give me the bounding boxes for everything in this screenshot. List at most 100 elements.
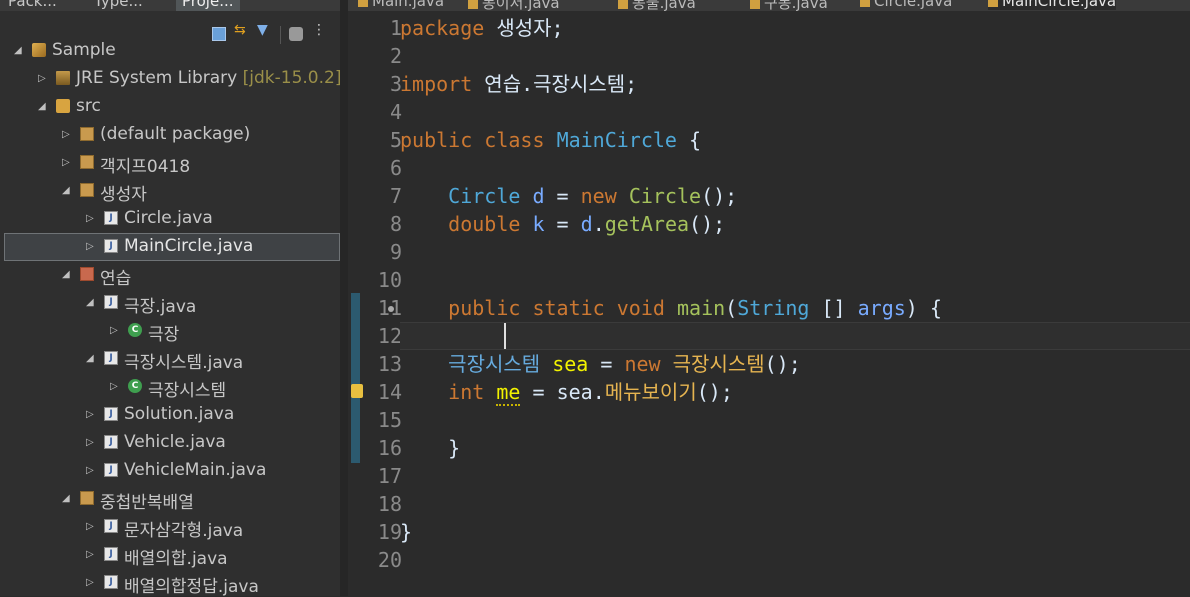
view-menu-icon[interactable]: ⋮: [312, 23, 326, 37]
code-line-1[interactable]: package 생성자;: [400, 14, 564, 42]
tree-item-label: src: [76, 96, 101, 116]
line-number: 13: [377, 352, 402, 376]
tree-item-label: 생성자: [100, 185, 147, 205]
tree-item-vehiclemain-java[interactable]: ▷ J VehicleMain.java: [0, 457, 342, 485]
tree-item-theater-system-java[interactable]: ◢ J 극장시스템.java: [0, 345, 342, 373]
tab-maincircle-java[interactable]: MainCircle.java: [988, 0, 1117, 10]
text-caret: [504, 323, 506, 349]
tab-type-hierarchy[interactable]: Type...: [94, 0, 143, 11]
code-line-14[interactable]: int me = sea.메뉴보이기();: [400, 378, 733, 406]
line-number: 9: [389, 240, 402, 264]
java-file-icon: J: [104, 547, 118, 561]
tree-item-label: MainCircle.java: [124, 236, 254, 256]
tree-item-solution-java[interactable]: ▷ J Solution.java: [0, 401, 342, 429]
line-number: 11: [362, 294, 402, 322]
java-file-icon: J: [104, 295, 118, 309]
collapsed-twisty-icon[interactable]: ▷: [86, 549, 94, 560]
tree-item-theater-system-class[interactable]: ▷ C 극장시스템: [0, 373, 342, 401]
tree-item-label: 극장: [148, 325, 180, 345]
collapsed-twisty-icon[interactable]: ▷: [86, 577, 94, 588]
line-number: 2: [389, 44, 402, 68]
code-line-11[interactable]: public static void main(String [] args) …: [400, 294, 942, 322]
tree-item-src-folder[interactable]: ◢ src: [0, 93, 342, 121]
tab-label: 동이서.java: [482, 0, 560, 11]
java-file-icon: [860, 0, 870, 7]
tree-item-jre-library[interactable]: ▷ JRE System Library [jdk-15.0.2]: [0, 65, 342, 93]
tree-item-theater-class[interactable]: ▷ C 극장: [0, 317, 342, 345]
java-file-icon: J: [104, 351, 118, 365]
java-file-icon: J: [104, 407, 118, 421]
line-number: 3: [389, 72, 402, 96]
panel-sash[interactable]: [340, 0, 348, 596]
collapsed-twisty-icon[interactable]: ▷: [86, 213, 94, 224]
fold-toggle-icon[interactable]: [388, 306, 394, 312]
line-number: 8: [389, 212, 402, 236]
collapsed-twisty-icon[interactable]: ▷: [38, 73, 46, 84]
tree-item-theater-java[interactable]: ◢ J 극장.java: [0, 289, 342, 317]
line-number: 5: [389, 128, 402, 152]
collapsed-twisty-icon[interactable]: ▷: [86, 521, 94, 532]
expanded-twisty-icon[interactable]: ◢: [86, 353, 94, 364]
tab-project-explorer[interactable]: Proje...: [176, 0, 240, 11]
tree-item-package-0418[interactable]: ▷ 객지프0418: [0, 149, 342, 177]
tab-label: Main.java: [372, 0, 445, 10]
collapsed-twisty-icon[interactable]: ▷: [62, 129, 70, 140]
line-number: 19: [377, 520, 402, 544]
tree-item-label: 배열의합정답.java: [124, 577, 259, 597]
explorer-toolbar: ⇆ ▼ ⋮: [0, 11, 344, 44]
expanded-twisty-icon[interactable]: ◢: [86, 297, 94, 308]
code-line-3[interactable]: import 연습.극장시스템;: [400, 70, 637, 98]
tree-item-array-sum-java[interactable]: ▷ J 배열의합.java: [0, 541, 342, 569]
quick-diff-bar: [351, 293, 360, 463]
expanded-twisty-icon[interactable]: ◢: [38, 101, 46, 112]
expanded-twisty-icon[interactable]: ◢: [62, 185, 70, 196]
package-icon: [80, 491, 94, 505]
tree-item-label: 극장.java: [124, 297, 197, 317]
tab-label: Circle.java: [874, 0, 953, 10]
tree-item-label: 문자삼각형.java: [124, 521, 244, 541]
collapsed-twisty-icon[interactable]: ▷: [86, 241, 94, 252]
expanded-twisty-icon[interactable]: ◢: [14, 45, 22, 56]
code-line-8[interactable]: double k = d.getArea();: [400, 210, 725, 238]
tree-item-package-nested-loops[interactable]: ◢ 중첩반복배열: [0, 485, 342, 513]
tree-item-sample-project[interactable]: ◢ Sample: [0, 37, 342, 65]
collapsed-twisty-icon[interactable]: ▷: [110, 381, 118, 392]
tree-item-char-triangle-java[interactable]: ▷ J 문자삼각형.java: [0, 513, 342, 541]
tree-item-array-sum-answer-java[interactable]: ▷ J 배열의합정답.java: [0, 569, 342, 597]
line-number: 17: [377, 464, 402, 488]
collapsed-twisty-icon[interactable]: ▷: [62, 157, 70, 168]
collapsed-twisty-icon[interactable]: ▷: [110, 325, 118, 336]
code-line-16[interactable]: }: [400, 434, 460, 462]
expanded-twisty-icon[interactable]: ◢: [62, 269, 70, 280]
tab-animal-java[interactable]: 동물.java: [618, 0, 696, 11]
tree-item-package-practice[interactable]: ◢ 연습: [0, 261, 342, 289]
line-number: 20: [377, 548, 402, 572]
tree-item-package-constructor[interactable]: ◢ 생성자: [0, 177, 342, 205]
code-line-5[interactable]: public class MainCircle {: [400, 126, 701, 154]
tree-item-vehicle-java[interactable]: ▷ J Vehicle.java: [0, 429, 342, 457]
line-number: 12: [377, 324, 402, 348]
collapsed-twisty-icon[interactable]: ▷: [86, 437, 94, 448]
tree-item-circle-java[interactable]: ▷ J Circle.java: [0, 205, 342, 233]
collapsed-twisty-icon[interactable]: ▷: [86, 465, 94, 476]
tab-package-explorer[interactable]: Pack...: [8, 0, 57, 11]
line-number: 1: [389, 16, 402, 40]
code-line-19[interactable]: }: [400, 518, 412, 546]
code-line-7[interactable]: Circle d = new Circle();: [400, 182, 737, 210]
tab-label: 구동.java: [764, 0, 828, 11]
tree-item-default-package[interactable]: ▷ (default package): [0, 121, 342, 149]
tab-dongiseo-java[interactable]: 동이서.java: [468, 0, 560, 11]
filter-icon[interactable]: ▼: [257, 23, 271, 37]
warning-lightbulb-icon[interactable]: [351, 384, 363, 398]
tree-item-label: VehicleMain.java: [124, 460, 267, 480]
expanded-twisty-icon[interactable]: ◢: [62, 493, 70, 504]
tab-main-java[interactable]: Main.java: [358, 0, 444, 10]
tab-drive-java[interactable]: 구동.java: [750, 0, 828, 11]
code-line-12-current[interactable]: [400, 322, 1190, 350]
tree-item-maincircle-java[interactable]: ▷ J MainCircle.java: [4, 233, 340, 261]
collapsed-twisty-icon[interactable]: ▷: [86, 409, 94, 420]
tab-circle-java[interactable]: Circle.java: [860, 0, 952, 10]
class-icon: C: [128, 323, 142, 337]
code-line-13[interactable]: 극장시스템 sea = new 극장시스템();: [400, 350, 801, 378]
link-with-editor-icon[interactable]: ⇆: [234, 23, 248, 37]
